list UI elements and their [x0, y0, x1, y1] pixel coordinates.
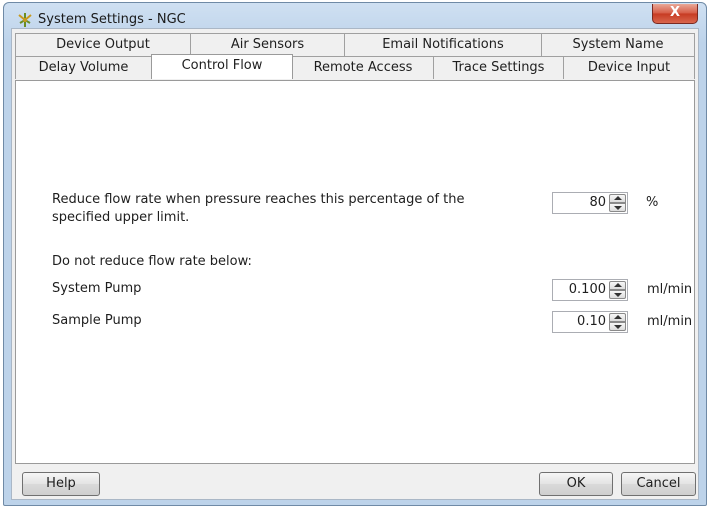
- ngc-app-icon: [18, 13, 32, 27]
- sample-pump-label: Sample Pump: [52, 313, 142, 328]
- reduce-flow-label-line1: Reduce flow rate when pressure reaches t…: [52, 192, 465, 207]
- pressure-percentage-spinner[interactable]: 80: [552, 192, 628, 214]
- settings-window: System Settings - NGC X Device Output Ai…: [3, 2, 707, 506]
- tab-label: Control Flow: [181, 58, 263, 73]
- system-pump-unit: ml/min: [647, 282, 693, 297]
- tab-control-flow[interactable]: Control Flow: [151, 54, 293, 79]
- spin-up-icon[interactable]: [609, 313, 626, 322]
- reduce-flow-label-line2: specified upper limit.: [52, 210, 190, 225]
- system-pump-value: 0.100: [568, 282, 606, 297]
- tab-trace-settings[interactable]: Trace Settings: [433, 56, 564, 79]
- tab-system-name[interactable]: System Name: [541, 33, 695, 56]
- spin-down-icon[interactable]: [609, 203, 626, 212]
- tab-remote-access[interactable]: Remote Access: [292, 56, 434, 79]
- window-title: System Settings - NGC: [38, 12, 186, 27]
- tab-email-notifications[interactable]: Email Notifications: [344, 33, 542, 56]
- tab-label: Trace Settings: [452, 60, 545, 75]
- tab-label: Device Input: [587, 60, 671, 75]
- system-pump-label: System Pump: [52, 281, 142, 296]
- spin-up-icon[interactable]: [609, 194, 626, 203]
- tab-label: System Name: [572, 37, 664, 52]
- system-pump-spinner[interactable]: 0.100: [552, 279, 628, 301]
- help-button[interactable]: Help: [22, 472, 100, 496]
- tab-air-sensors[interactable]: Air Sensors: [190, 33, 345, 56]
- sample-pump-value: 0.10: [577, 314, 606, 329]
- tab-label: Email Notifications: [382, 37, 504, 52]
- spin-up-icon[interactable]: [609, 281, 626, 290]
- sample-pump-unit: ml/min: [647, 314, 693, 329]
- tab-label: Air Sensors: [230, 37, 305, 52]
- spin-down-icon[interactable]: [609, 290, 626, 299]
- tab-label: Delay Volume: [38, 60, 129, 75]
- sample-pump-spinner[interactable]: 0.10: [552, 311, 628, 333]
- cancel-button[interactable]: Cancel: [621, 472, 696, 496]
- tab-label: Remote Access: [313, 60, 413, 75]
- tab-device-input[interactable]: Device Input: [563, 56, 695, 79]
- min-flow-heading: Do not reduce flow rate below:: [52, 254, 252, 269]
- ok-button[interactable]: OK: [539, 472, 613, 496]
- close-button[interactable]: X: [652, 4, 698, 24]
- percentage-unit: %: [646, 195, 659, 210]
- dialog-client-area: Device Output Air Sensors Email Notifica…: [11, 28, 699, 500]
- pressure-percentage-value: 80: [589, 195, 606, 210]
- tab-label: Device Output: [56, 37, 150, 52]
- tab-delay-volume[interactable]: Delay Volume: [15, 56, 152, 79]
- spin-down-icon[interactable]: [609, 322, 626, 331]
- tab-device-output[interactable]: Device Output: [15, 33, 191, 56]
- close-icon: X: [669, 5, 681, 20]
- control-flow-panel: Reduce flow rate when pressure reaches t…: [15, 80, 695, 464]
